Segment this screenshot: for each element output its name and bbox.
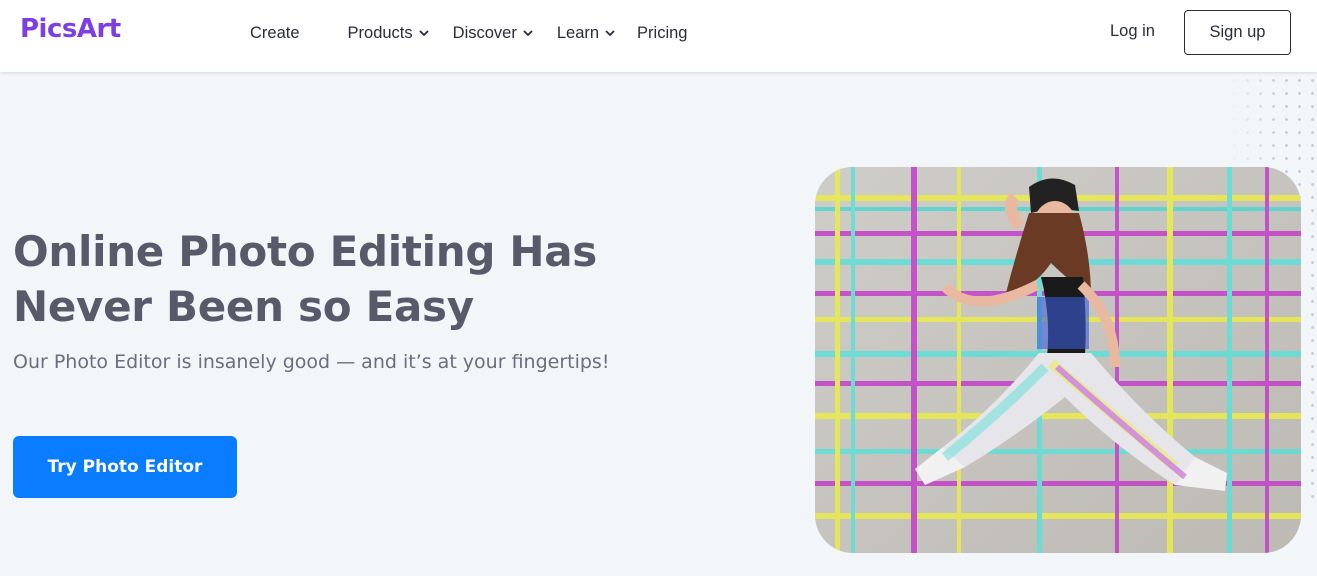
hero-headline-line2: Never Been so Easy <box>13 282 474 331</box>
nav-create-label: Create <box>250 23 300 42</box>
hero-subheadline: Our Photo Editor is insanely good — and … <box>13 351 610 373</box>
nav-pricing[interactable]: Pricing <box>637 24 687 43</box>
top-navbar: PicsArt Create Products Discover Learn P… <box>0 0 1317 72</box>
nav-discover[interactable]: Discover <box>453 24 533 43</box>
hero-headline: Online Photo Editing Has Never Been so E… <box>13 224 713 334</box>
chevron-down-icon <box>605 30 615 37</box>
hero-image <box>815 167 1301 553</box>
nav-products[interactable]: Products <box>348 24 429 43</box>
hero-headline-line1: Online Photo Editing Has <box>13 227 597 276</box>
nav-create[interactable]: Create <box>250 24 300 43</box>
picsart-logo[interactable]: PicsArt <box>20 14 121 44</box>
nav-learn[interactable]: Learn <box>557 24 615 43</box>
main-nav: Create Products Discover Learn Pricing <box>250 0 721 66</box>
chevron-down-icon <box>523 30 533 37</box>
try-photo-editor-button[interactable]: Try Photo Editor <box>13 436 237 498</box>
nav-discover-label: Discover <box>452 23 517 42</box>
nav-pricing-label: Pricing <box>637 23 688 42</box>
signup-button[interactable]: Sign up <box>1184 10 1291 55</box>
nav-products-label: Products <box>347 23 413 42</box>
chevron-down-icon <box>419 30 429 37</box>
nav-learn-label: Learn <box>556 23 600 42</box>
hero-photo-illustration <box>815 167 1301 553</box>
login-link[interactable]: Log in <box>1110 22 1155 41</box>
